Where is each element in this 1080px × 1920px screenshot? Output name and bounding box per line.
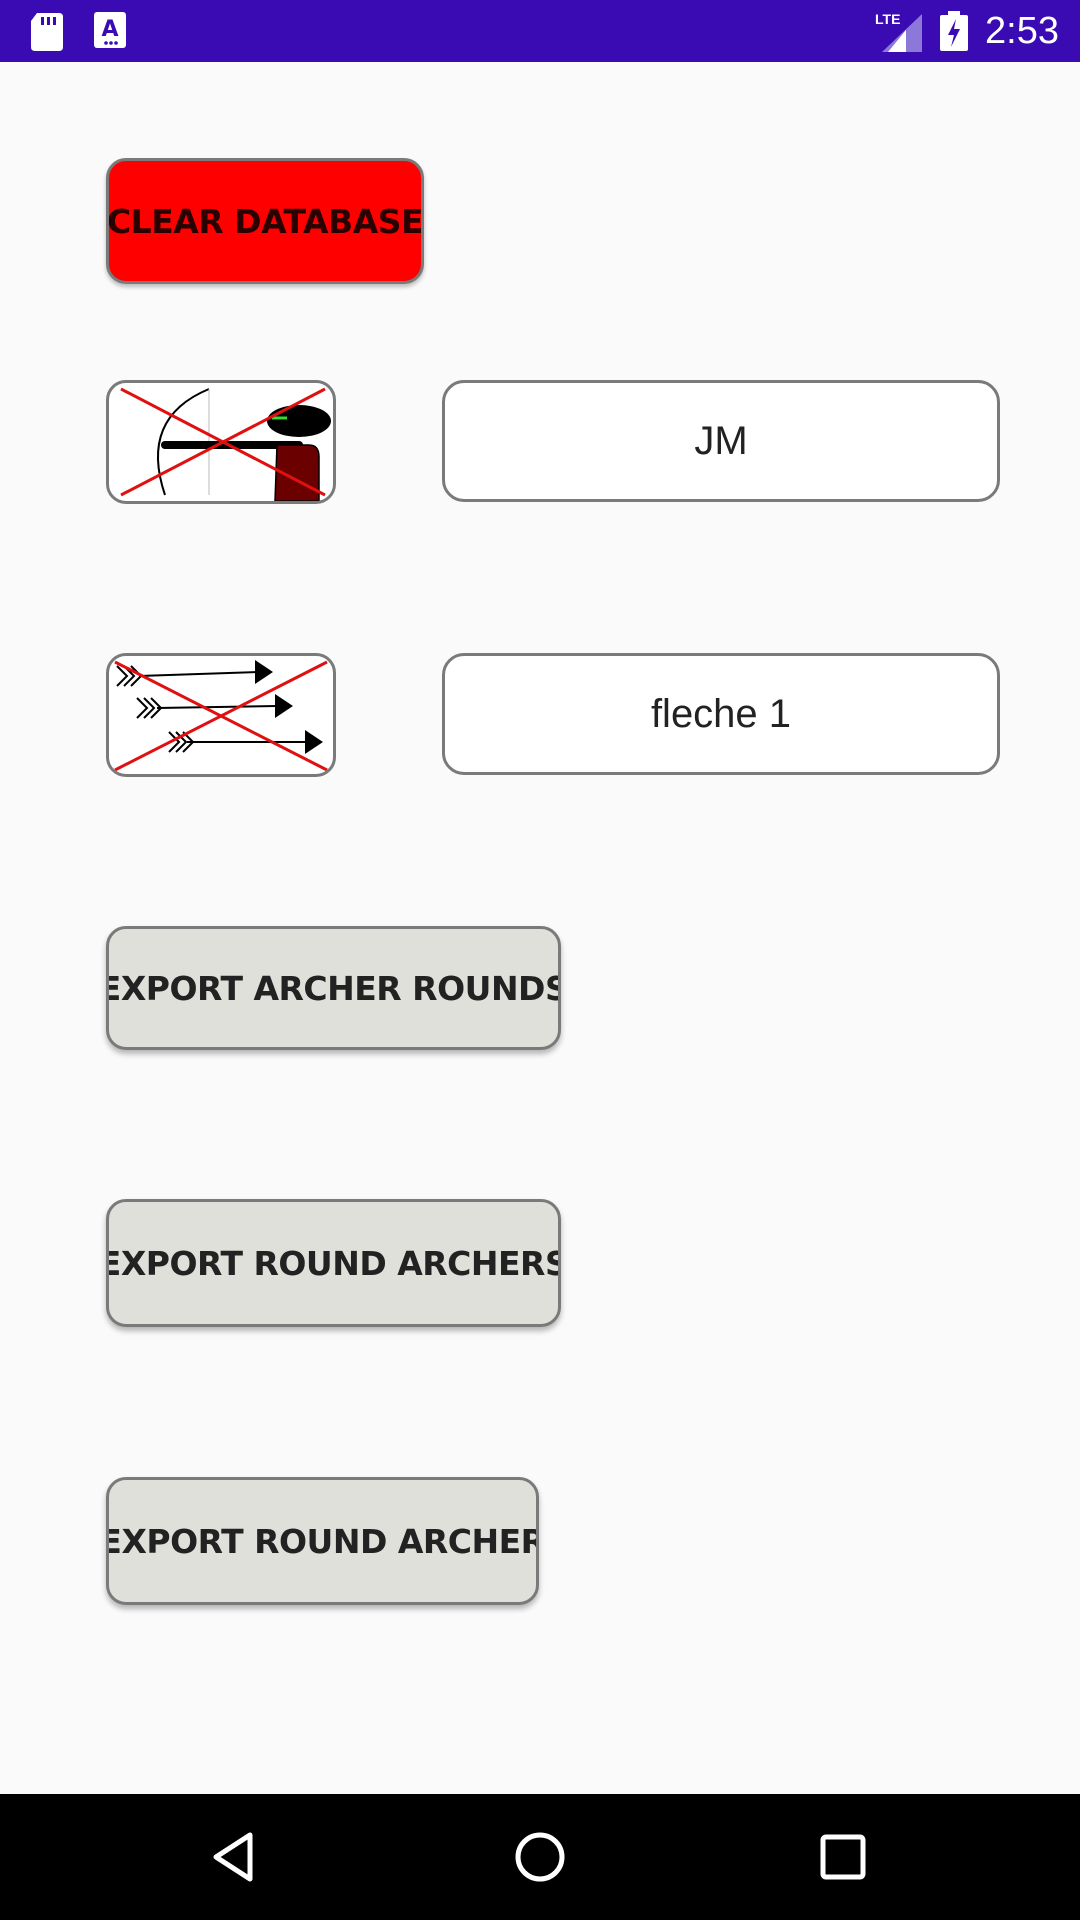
sd-card-icon [31,13,63,56]
status-bar: A LTE 2:53 [0,0,1080,62]
font-a-icon: A [94,12,126,53]
navigation-bar [0,1794,1080,1920]
archer-name-field[interactable]: JM [442,380,1000,502]
delete-arrows-button[interactable] [106,653,336,777]
export-archer-rounds-button[interactable]: EXPORT ARCHER ROUNDS [106,926,561,1050]
delete-arrows-icon [114,660,328,772]
svg-text:LTE: LTE [875,11,900,27]
delete-archer-button[interactable] [106,380,336,504]
svg-text:A: A [101,17,118,42]
status-time: 2:53 [985,10,1059,52]
export-round-archers-button[interactable]: EXPORT ROUND ARCHERS [106,1199,561,1327]
clear-database-button[interactable]: CLEAR DATABASE [106,158,424,284]
lte-signal-icon: LTE [874,10,922,57]
home-icon[interactable] [510,1827,570,1887]
back-icon[interactable] [206,1827,266,1887]
arrow-set-field[interactable]: fleche 1 [442,653,1000,775]
recents-icon[interactable] [813,1827,873,1887]
battery-charging-icon [940,11,968,56]
export-round-archer-button[interactable]: EXPORT ROUND ARCHER [106,1477,539,1605]
delete-archer-icon [120,387,331,501]
